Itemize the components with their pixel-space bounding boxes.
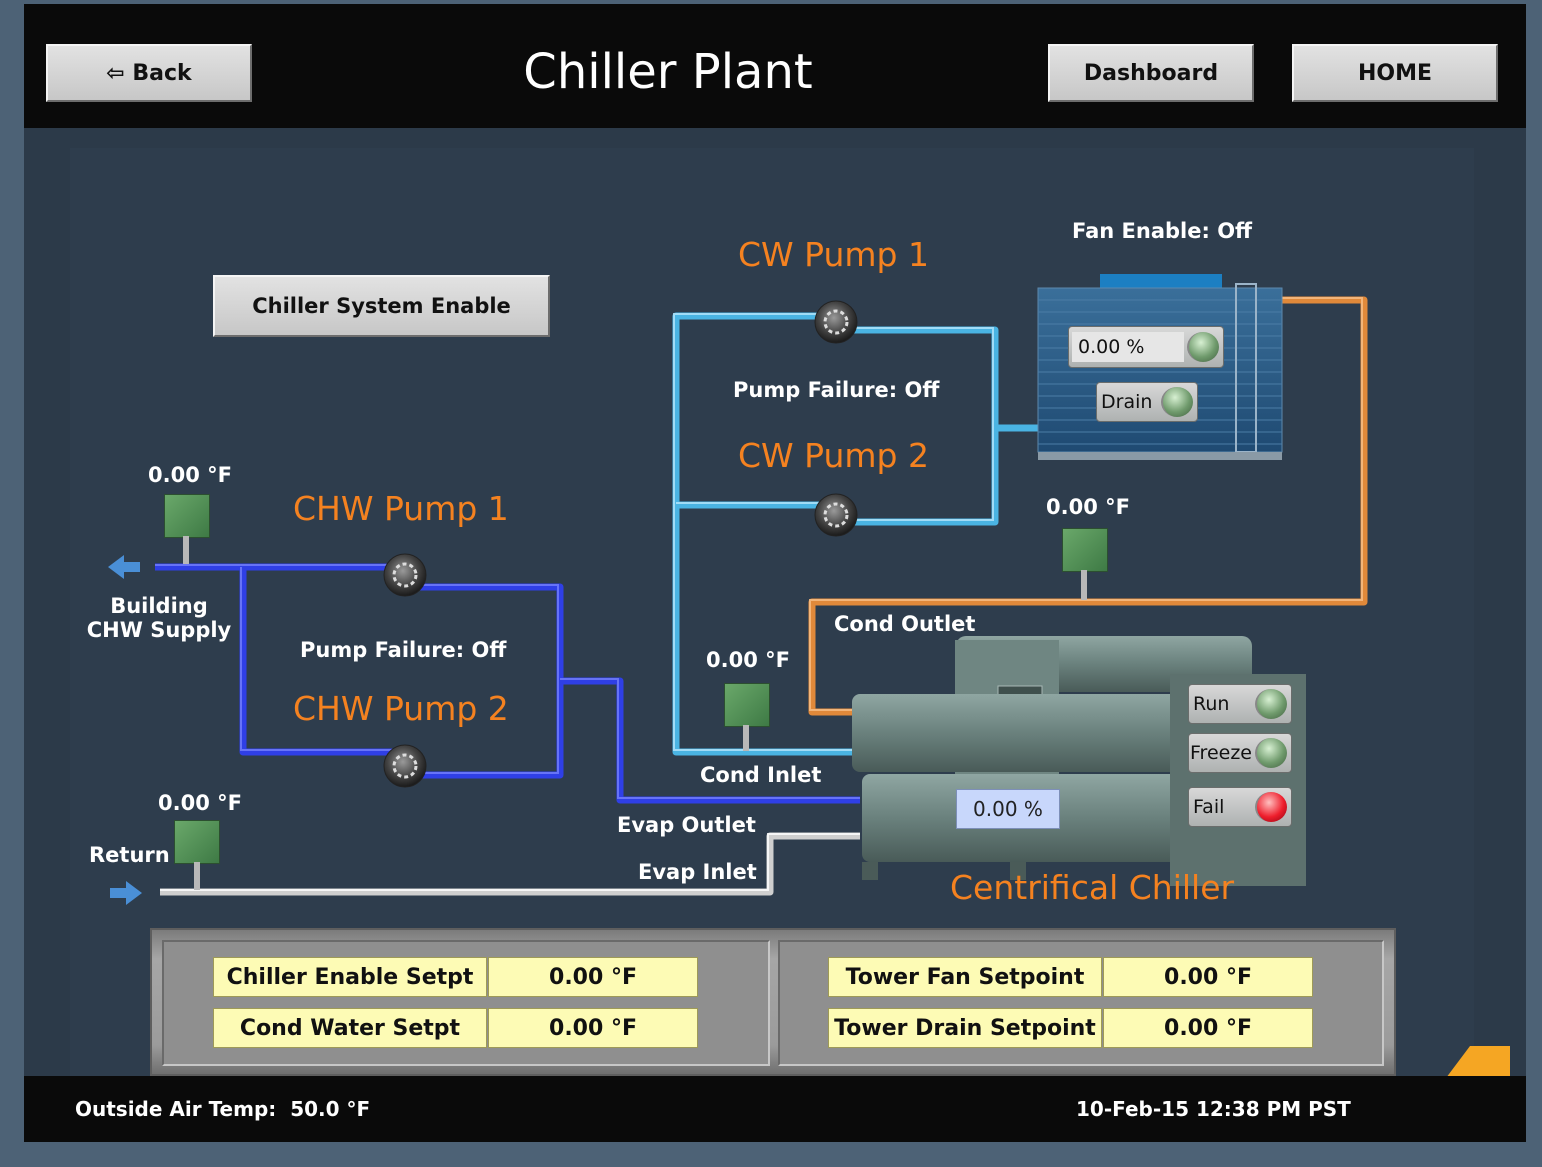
tower-drain-setpoint-label: Tower Drain Setpoint — [828, 1008, 1102, 1048]
cond-inlet-temp-value: 0.00 °F — [706, 648, 790, 672]
cw-pump-2-label: CW Pump 2 — [738, 436, 929, 475]
supply-temp-value: 0.00 °F — [148, 463, 232, 487]
cw-pump-2-icon — [814, 493, 858, 537]
run-led-icon — [1255, 689, 1287, 719]
chiller-load-percent: 0.00 % — [956, 789, 1060, 829]
building-supply-label: Building CHW Supply — [86, 594, 232, 642]
supply-arrow-icon — [108, 555, 140, 579]
return-temp-sensor-icon — [174, 820, 220, 864]
chw-pump-2-label: CHW Pump 2 — [293, 689, 509, 728]
chw-pump-failure-status: Pump Failure: Off — [300, 638, 507, 662]
building-supply-line1: Building — [110, 594, 208, 618]
tower-fan-percent-value: 0.00 % — [1072, 332, 1184, 362]
freeze-label: Freeze — [1190, 742, 1252, 764]
return-label: Return — [89, 843, 170, 867]
chw-pump-1-icon — [383, 553, 427, 597]
chiller-fail-indicator: Fail — [1188, 787, 1292, 827]
cond-outlet-temp-sensor-icon — [1062, 528, 1108, 572]
fail-label: Fail — [1193, 796, 1225, 818]
fail-led-icon — [1255, 792, 1287, 822]
chiller-enable-setpt-label: Chiller Enable Setpt — [213, 957, 487, 997]
return-temp-value: 0.00 °F — [158, 791, 242, 815]
cw-pump-failure-status: Pump Failure: Off — [733, 378, 940, 402]
sensor-stem — [183, 536, 189, 564]
run-label: Run — [1193, 693, 1230, 715]
tower-drain-indicator: Drain — [1096, 382, 1198, 422]
evap-outlet-label: Evap Outlet — [617, 813, 756, 837]
freeze-led-icon — [1255, 738, 1287, 768]
chiller-run-indicator: Run — [1188, 684, 1292, 724]
cond-water-setpt-value[interactable]: 0.00 °F — [488, 1008, 698, 1048]
tower-fan-percent-indicator: 0.00 % — [1068, 326, 1224, 368]
setpoint-panel — [150, 928, 1396, 1076]
cond-inlet-label: Cond Inlet — [700, 763, 822, 787]
cw-pump-1-icon — [814, 300, 858, 344]
fan-enable-status: Fan Enable: Off — [1072, 219, 1253, 243]
evap-inlet-label: Evap Inlet — [638, 860, 757, 884]
cond-water-setpt-label: Cond Water Setpt — [213, 1008, 487, 1048]
supply-temp-sensor-icon — [164, 494, 210, 538]
cond-inlet-temp-sensor-icon — [724, 683, 770, 727]
chiller-freeze-indicator: Freeze — [1188, 733, 1292, 773]
chiller-name-label: Centrifical Chiller — [950, 868, 1235, 907]
fan-status-led-icon — [1187, 332, 1219, 362]
drain-label: Drain — [1101, 391, 1153, 413]
chw-pump-2-icon — [383, 744, 427, 788]
tower-fan-setpoint-value[interactable]: 0.00 °F — [1103, 957, 1313, 997]
chw-pump-1-label: CHW Pump 1 — [293, 489, 509, 528]
date-time: 10-Feb-15 12:38 PM PST — [1076, 1097, 1351, 1121]
cw-pump-1-label: CW Pump 1 — [738, 235, 929, 274]
building-supply-line2: CHW Supply — [86, 618, 232, 642]
return-arrow-icon — [110, 881, 142, 905]
outside-air-temp: Outside Air Temp: 50.0 °F — [75, 1097, 371, 1121]
sensor-stem — [194, 862, 200, 890]
sensor-stem — [1081, 570, 1087, 600]
sensor-stem — [743, 725, 749, 751]
cond-outlet-temp-value: 0.00 °F — [1046, 495, 1130, 519]
chiller-enable-setpt-value[interactable]: 0.00 °F — [488, 957, 698, 997]
drain-status-led-icon — [1161, 387, 1193, 417]
tower-drain-setpoint-value[interactable]: 0.00 °F — [1103, 1008, 1313, 1048]
tower-fan-setpoint-label: Tower Fan Setpoint — [828, 957, 1102, 997]
cond-outlet-label: Cond Outlet — [834, 612, 976, 636]
